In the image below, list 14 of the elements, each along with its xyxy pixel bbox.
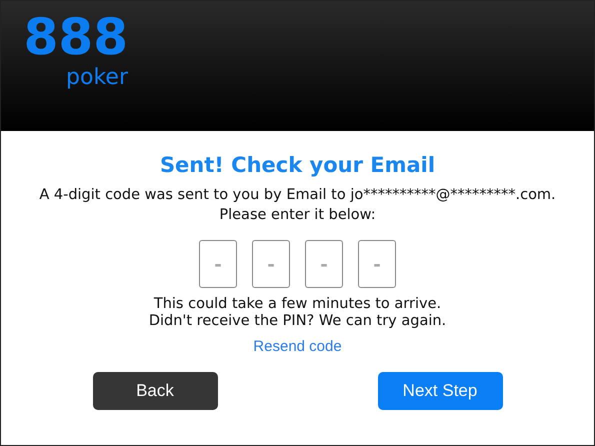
message-text: Please enter it below: — [219, 206, 376, 225]
code-field[interactable]: - — [305, 240, 343, 288]
code-field[interactable]: - — [252, 240, 290, 288]
back-button[interactable]: Back — [92, 372, 218, 410]
message-text: A 4-digit code was sent to you by Email to jo**********@*********.com. — [39, 186, 556, 205]
heading: Sent! Check your Email — [160, 153, 436, 177]
logo-word: poker — [66, 67, 128, 89]
resend-link[interactable]: Resend code — [253, 338, 342, 355]
code-field[interactable]: - — [199, 240, 237, 288]
info-text: Didn't receive the PIN? We can try again. — [148, 313, 446, 330]
code-field[interactable]: - — [358, 240, 396, 288]
next-button[interactable]: Next Step — [378, 372, 502, 410]
info-text: This could take a few minutes to arrive. — [154, 296, 442, 313]
logo-mark: 888 — [22, 7, 129, 67]
